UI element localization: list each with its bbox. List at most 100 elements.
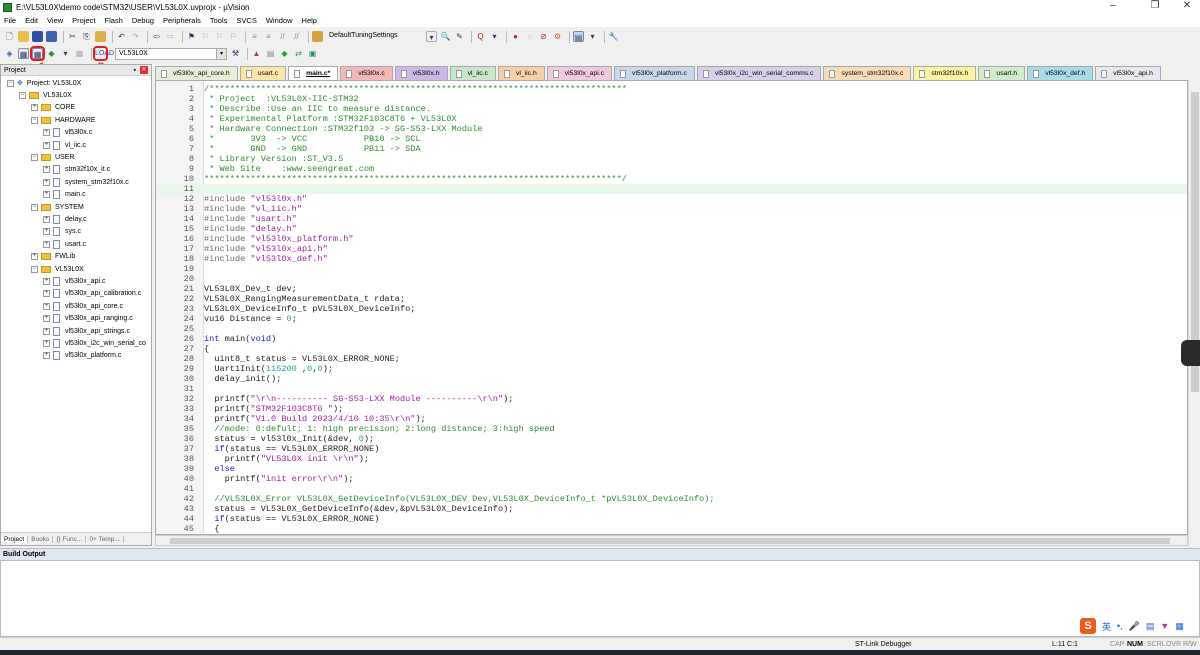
expand-toggle-icon[interactable]: − xyxy=(31,265,38,273)
tree-item-file[interactable]: + vl53l0x.c xyxy=(1,127,151,139)
file-tab[interactable]: vl53l0x_platform.c xyxy=(614,66,695,80)
floating-side-button[interactable] xyxy=(1181,340,1200,366)
file-tab[interactable]: vl_iic.c xyxy=(449,66,496,80)
expand-toggle-icon[interactable]: + xyxy=(43,141,50,149)
expand-toggle-icon[interactable]: + xyxy=(43,166,50,174)
project-tab-2[interactable]: {} Func... xyxy=(53,535,87,543)
dropdown-icon[interactable]: ▾ xyxy=(60,48,71,59)
prev-bookmark-icon[interactable]: ⚐ xyxy=(200,31,211,42)
expand-toggle-icon[interactable]: + xyxy=(43,215,50,223)
manage-components-icon[interactable]: ▲ xyxy=(251,48,262,59)
menu-flash[interactable]: Flash xyxy=(105,16,123,25)
tree-item-file[interactable]: + vl_iic.c xyxy=(1,139,151,151)
tree-item-file[interactable]: + delay.c xyxy=(1,213,151,225)
tree-item-file[interactable]: + usart.c xyxy=(1,238,151,250)
file-extensions-icon[interactable]: ▤ xyxy=(265,48,276,59)
file-tab[interactable]: vl53l0x.h xyxy=(394,66,448,80)
skin-icon[interactable]: ▼ xyxy=(1160,621,1169,631)
tree-item-file[interactable]: + vl53l0x_i2c_win_serial_co xyxy=(1,337,151,349)
tree-item-folder-open[interactable]: − VL53L0X xyxy=(1,89,151,101)
dropdown-icon[interactable]: ▾ xyxy=(426,31,437,42)
dropdown-icon[interactable]: ▾ xyxy=(587,31,598,42)
file-tab[interactable]: vl53l0x_i2c_win_serial_comms.c xyxy=(696,66,822,80)
tree-item-file[interactable]: + sys.c xyxy=(1,226,151,238)
tree-item-folder-open[interactable]: − USER xyxy=(1,151,151,163)
tree-item-file[interactable]: + vl53l0x_api_core.c xyxy=(1,300,151,312)
file-tab[interactable]: vl53l0x_def.h xyxy=(1027,66,1094,80)
expand-toggle-icon[interactable]: + xyxy=(43,327,50,335)
punctuation-icon[interactable]: •, xyxy=(1117,621,1123,631)
tree-item-folder-open[interactable]: − SYSTEM xyxy=(1,201,151,213)
tree-item-file[interactable]: + vl53l0x_api_strings.c xyxy=(1,325,151,337)
file-tab[interactable]: main.c* xyxy=(288,66,339,80)
expand-toggle-icon[interactable]: − xyxy=(19,92,26,100)
expand-toggle-icon[interactable]: + xyxy=(31,253,38,261)
menu-help[interactable]: Help xyxy=(302,16,317,25)
file-tab[interactable]: usart.c xyxy=(239,66,287,80)
incremental-find-icon[interactable]: ✎ xyxy=(454,31,465,42)
tree-item-file[interactable]: + main.c xyxy=(1,189,151,201)
copy-icon[interactable]: ⎘ xyxy=(81,31,92,42)
toolbox-icon[interactable]: ▦ xyxy=(1175,621,1184,632)
expand-toggle-icon[interactable]: + xyxy=(43,129,50,137)
stop-build-icon[interactable]: ▦ xyxy=(74,48,85,59)
select-packs-icon[interactable]: ⇄ xyxy=(293,48,304,59)
close-button[interactable]: ✕ xyxy=(1174,0,1200,11)
file-tab[interactable]: system_stm32f10x.c xyxy=(823,66,912,80)
maximize-button[interactable]: ❐ xyxy=(1142,0,1168,11)
project-tab-0[interactable]: Project xyxy=(1,535,29,543)
paste-icon[interactable] xyxy=(95,31,106,42)
target-select[interactable]: VL53L0X ▾ xyxy=(115,47,227,60)
expand-toggle-icon[interactable]: + xyxy=(43,240,50,248)
expand-toggle-icon[interactable]: + xyxy=(43,191,50,199)
expand-toggle-icon[interactable]: − xyxy=(31,203,38,211)
ime-language[interactable]: 英 xyxy=(1102,620,1111,633)
expand-toggle-icon[interactable]: + xyxy=(43,228,50,236)
tree-item-file[interactable]: + system_stm32f10x.c xyxy=(1,176,151,188)
menu-tools[interactable]: Tools xyxy=(210,16,228,25)
open-folder-icon[interactable] xyxy=(18,31,29,42)
expand-toggle-icon[interactable]: + xyxy=(31,104,38,112)
vertical-scrollbar[interactable] xyxy=(1188,80,1200,545)
file-tab[interactable]: vl53l0x_api.h xyxy=(1095,66,1161,80)
menu-debug[interactable]: Debug xyxy=(132,16,154,25)
tree-item-file[interactable]: + vl53l0x_api_ranging.c xyxy=(1,312,151,324)
tree-item-file[interactable]: + vl53l0x_api.c xyxy=(1,275,151,287)
indent-icon[interactable]: ≡ xyxy=(249,31,260,42)
file-tab[interactable]: vl53l0x_api.c xyxy=(546,66,613,80)
code-editor[interactable]: 1 /**************************************… xyxy=(155,80,1188,535)
file-tab[interactable]: vl53l0x_api_core.h xyxy=(155,66,238,80)
expand-toggle-icon[interactable]: + xyxy=(43,277,50,285)
menu-view[interactable]: View xyxy=(47,16,63,25)
close-panel-icon[interactable]: ✕ xyxy=(140,66,148,74)
dropdown-icon[interactable]: ▾ xyxy=(489,31,500,42)
redo-icon[interactable]: ↷ xyxy=(130,31,141,42)
expand-toggle-icon[interactable]: − xyxy=(7,79,14,87)
menu-window[interactable]: Window xyxy=(266,16,293,25)
menu-edit[interactable]: Edit xyxy=(25,16,38,25)
translate-icon[interactable]: ◈ xyxy=(4,48,15,59)
expand-toggle-icon[interactable]: − xyxy=(31,154,38,162)
build-icon[interactable]: ▦ xyxy=(18,48,29,59)
file-tab[interactable]: vl53l0x.c xyxy=(340,66,393,80)
tree-item-folder[interactable]: + CORE xyxy=(1,102,151,114)
tree-item-folder-open[interactable]: − HARDWARE xyxy=(1,114,151,126)
file-tab[interactable]: usart.h xyxy=(978,66,1026,80)
tree-item-root[interactable]: − ✥ Project: VL53L0X xyxy=(1,77,151,89)
undo-icon[interactable]: ↶ xyxy=(116,31,127,42)
menu-file[interactable]: File xyxy=(4,16,16,25)
new-file-icon[interactable]: 🗋 xyxy=(4,31,15,42)
batch-build-icon[interactable]: ◆ xyxy=(46,48,57,59)
menu-project[interactable]: Project xyxy=(72,16,95,25)
tree-item-folder[interactable]: + FWLib xyxy=(1,250,151,262)
expand-toggle-icon[interactable]: + xyxy=(43,339,50,347)
tree-item-file[interactable]: + vl53l0x_platform.c xyxy=(1,350,151,362)
download-icon[interactable]: LOAD xyxy=(93,46,114,61)
minimize-button[interactable]: – xyxy=(1100,0,1126,11)
file-tab[interactable]: vl_iic.h xyxy=(497,66,545,80)
cut-icon[interactable]: ✂ xyxy=(67,31,78,42)
expand-toggle-icon[interactable]: + xyxy=(43,290,50,298)
expand-toggle-icon[interactable]: + xyxy=(43,302,50,310)
find-in-files-icon[interactable]: 🔍 xyxy=(440,31,451,42)
file-tab[interactable]: stm32f10x.h xyxy=(913,66,977,80)
